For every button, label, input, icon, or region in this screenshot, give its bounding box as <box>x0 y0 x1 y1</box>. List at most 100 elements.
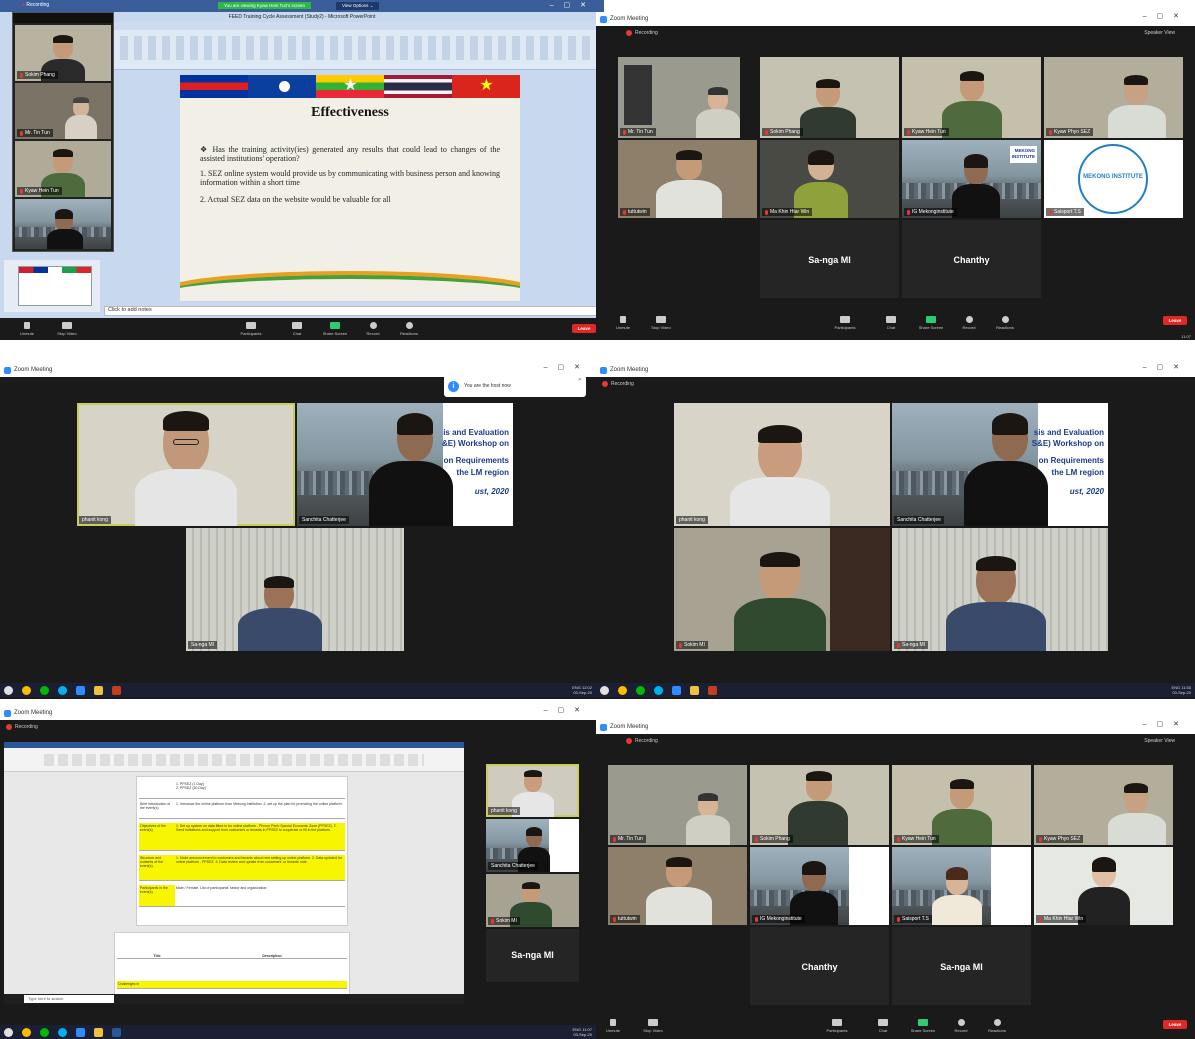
video-tile[interactable]: Sokim MI <box>674 528 890 651</box>
name-only-tile[interactable]: Sa-nga MI <box>486 929 579 982</box>
start-icon[interactable] <box>4 685 13 695</box>
name-only-tile[interactable]: Chanthy <box>750 927 889 1005</box>
video-tile[interactable]: Sokim MI <box>486 874 579 927</box>
skype-icon[interactable] <box>58 685 67 695</box>
participants-button[interactable]: Participants <box>830 316 860 330</box>
record-button[interactable]: Record <box>954 316 984 330</box>
video-tile[interactable]: Kyaw Hein Tun <box>892 765 1031 845</box>
chat-button[interactable]: Chat <box>876 316 906 330</box>
name-only-tile[interactable]: Sa-nga MI <box>760 220 899 298</box>
stop-video-button[interactable]: Stop Video <box>52 322 82 336</box>
video-tile-active-speaker[interactable]: IG Mekonginstitute <box>750 847 889 925</box>
name-only-tile[interactable]: Sa-nga MI <box>892 927 1031 1005</box>
video-tile[interactable]: Kyaw Phyo SEZ <box>1044 57 1183 138</box>
video-tile-active-speaker[interactable]: MEKONG INSTITUTE IG Mekonginstitute <box>902 140 1041 218</box>
close-icon[interactable]: ✕ <box>578 377 582 383</box>
line-icon[interactable] <box>40 1027 49 1037</box>
chat-button[interactable]: Chat <box>868 1019 898 1033</box>
folder-icon[interactable] <box>690 685 699 695</box>
skype-icon[interactable] <box>58 1027 67 1037</box>
floating-video-panel[interactable]: Sokim Phang Mr. Tin Tun Kyaw Hein Tun <box>12 12 114 252</box>
stop-video-button[interactable]: Stop Video <box>646 316 676 330</box>
document-page[interactable]: Title Description Challenges in <box>114 932 350 996</box>
video-tile[interactable]: Saisport T.S <box>892 847 1031 925</box>
leave-button[interactable]: Leave <box>1163 316 1187 325</box>
table-row: Participants in the event(s) Male / Femal… <box>139 885 345 907</box>
video-tile[interactable]: phanit kong <box>674 403 890 526</box>
video-tile[interactable] <box>15 199 111 249</box>
video-tile-active-speaker[interactable]: phanit kong <box>77 403 295 526</box>
start-icon[interactable] <box>600 685 609 695</box>
leave-button[interactable]: Leave <box>1163 1020 1187 1029</box>
record-button[interactable]: Record <box>358 322 388 336</box>
video-tile[interactable]: Ma Khin Htar Win <box>760 140 899 218</box>
speaker-view-button[interactable]: Speaker View <box>1144 738 1175 744</box>
line-icon[interactable] <box>40 685 49 695</box>
video-tile[interactable]: Sa-nga MI <box>892 528 1108 651</box>
participants-button[interactable]: Participants <box>822 1019 852 1033</box>
video-tile[interactable]: Mr. Tin Tun <box>618 57 740 138</box>
start-icon[interactable] <box>4 1027 13 1037</box>
video-tile[interactable]: Mr. Tin Tun <box>15 83 111 139</box>
share-screen-button[interactable]: Share Screen <box>908 1019 938 1033</box>
reactions-button[interactable]: Reactions <box>394 322 424 336</box>
unmute-button[interactable]: Unmute <box>12 322 42 336</box>
notes-pane[interactable]: Click to add notes <box>104 306 600 316</box>
share-screen-button[interactable]: Share Screen <box>916 316 946 330</box>
speaker-view-button[interactable]: Speaker View <box>1144 30 1175 36</box>
document-page[interactable]: 1. PPSEZ (1 Day) 2. PPSEZ (30 Day) Brief … <box>136 776 348 926</box>
chrome-icon[interactable] <box>22 1027 31 1037</box>
line-icon[interactable] <box>636 685 645 695</box>
recording-indicator: Recording <box>626 738 658 744</box>
search-input[interactable]: Type here to search <box>24 995 114 1003</box>
chrome-icon[interactable] <box>618 685 627 695</box>
zoom-icon[interactable] <box>76 1027 85 1037</box>
video-tile[interactable]: Kyaw Hein Tun <box>15 141 111 197</box>
video-tile[interactable]: Sokim Phang <box>750 765 889 845</box>
zoom-titlebar: Zoom Meeting –▢✕ <box>596 720 1195 734</box>
video-tile[interactable]: Sokim Phang <box>760 57 899 138</box>
slide-thumbnails[interactable] <box>4 260 100 312</box>
video-tile[interactable]: Kyaw Hein Tun <box>902 57 1041 138</box>
skype-icon[interactable] <box>654 685 663 695</box>
video-tile[interactable]: tuttutwin <box>618 140 757 218</box>
word-window[interactable]: 1. PPSEZ (1 Day) 2. PPSEZ (30 Day) Brief … <box>4 742 464 1004</box>
video-tile[interactable]: Kyaw Phyo SEZ <box>1034 765 1173 845</box>
powerpoint-icon[interactable] <box>708 685 717 695</box>
chat-button[interactable]: Chat <box>282 322 312 336</box>
stop-video-button[interactable]: Stop Video <box>638 1019 668 1033</box>
video-tile[interactable]: Mr. Tin Tun <box>608 765 747 845</box>
video-tile[interactable]: is and Evaluation &E) Workshop on on Requi… <box>297 403 513 526</box>
slide-canvas[interactable]: ★ ★ Effectiveness ❖ Has the training act… <box>180 75 520 301</box>
record-button[interactable]: Record <box>946 1019 976 1033</box>
video-tile[interactable]: tuttutwin <box>608 847 747 925</box>
zoom-icon[interactable] <box>672 685 681 695</box>
recording-indicator: Recording <box>602 381 634 387</box>
unmute-button[interactable]: Unmute <box>608 316 638 330</box>
zoom-titlebar: Zoom Meeting –▢✕ <box>0 706 596 720</box>
leave-button[interactable]: Leave <box>572 324 596 333</box>
window-controls[interactable]: –▢✕ <box>550 1 596 9</box>
folder-icon[interactable] <box>94 685 103 695</box>
name-only-tile[interactable]: Chanthy <box>902 220 1041 298</box>
video-tile[interactable]: Sa-nga MI <box>186 528 404 651</box>
share-screen-button[interactable]: Share Screen <box>320 322 350 336</box>
video-tile[interactable]: Ma Khin Htar Win <box>1034 847 1173 925</box>
host-notification: i You are the host now ✕ <box>444 375 586 397</box>
video-tile[interactable]: Sanchita Chatterjee <box>486 819 579 872</box>
zoom-icon[interactable] <box>76 685 85 695</box>
word-icon[interactable] <box>112 1027 121 1037</box>
reactions-button[interactable]: Reactions <box>990 316 1020 330</box>
folder-icon[interactable] <box>94 1027 103 1037</box>
powerpoint-icon[interactable] <box>112 685 121 695</box>
video-tile[interactable]: MEKONG INSTITUTE Saisport T.S <box>1044 140 1183 218</box>
unmute-button[interactable]: Unmute <box>598 1019 628 1033</box>
participants-button[interactable]: Participants <box>236 322 266 336</box>
view-options-button[interactable]: View Options ⌄ <box>336 2 380 10</box>
video-tile-active-speaker[interactable]: sis and Evaluation S&E) Workshop on on Req… <box>892 403 1108 526</box>
windows-taskbar: ENG 11:07 03-Sep-20 <box>0 1025 596 1039</box>
chrome-icon[interactable] <box>22 685 31 695</box>
reactions-button[interactable]: Reactions <box>982 1019 1012 1033</box>
video-tile-active-speaker[interactable]: phanit kong <box>486 764 579 817</box>
video-tile[interactable]: Sokim Phang <box>15 25 111 81</box>
